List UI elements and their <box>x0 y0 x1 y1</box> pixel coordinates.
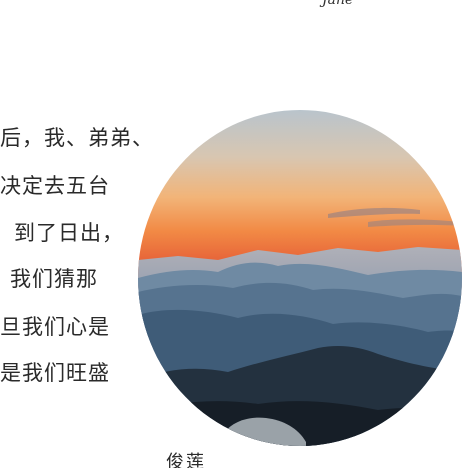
paragraph-line-5: 旦我们心是 <box>0 315 110 339</box>
sunrise-mountain-photo <box>138 110 462 446</box>
page: Jane 后，我、弟弟、 决定去五台 到了日出， 我们猜那 旦我们心是 是我们旺… <box>0 0 468 468</box>
sunrise-mountain-illustration <box>138 110 462 446</box>
paragraph-line-3: 到了日出， <box>14 221 124 245</box>
paragraph-line-6: 是我们旺盛 <box>0 361 110 385</box>
author-name: 俊莲 <box>166 452 206 468</box>
paragraph-line-2: 决定去五台 <box>0 174 110 198</box>
paragraph-line-1: 后，我、弟弟、 <box>0 126 154 150</box>
paragraph-line-4: 我们猜那 <box>10 267 98 291</box>
